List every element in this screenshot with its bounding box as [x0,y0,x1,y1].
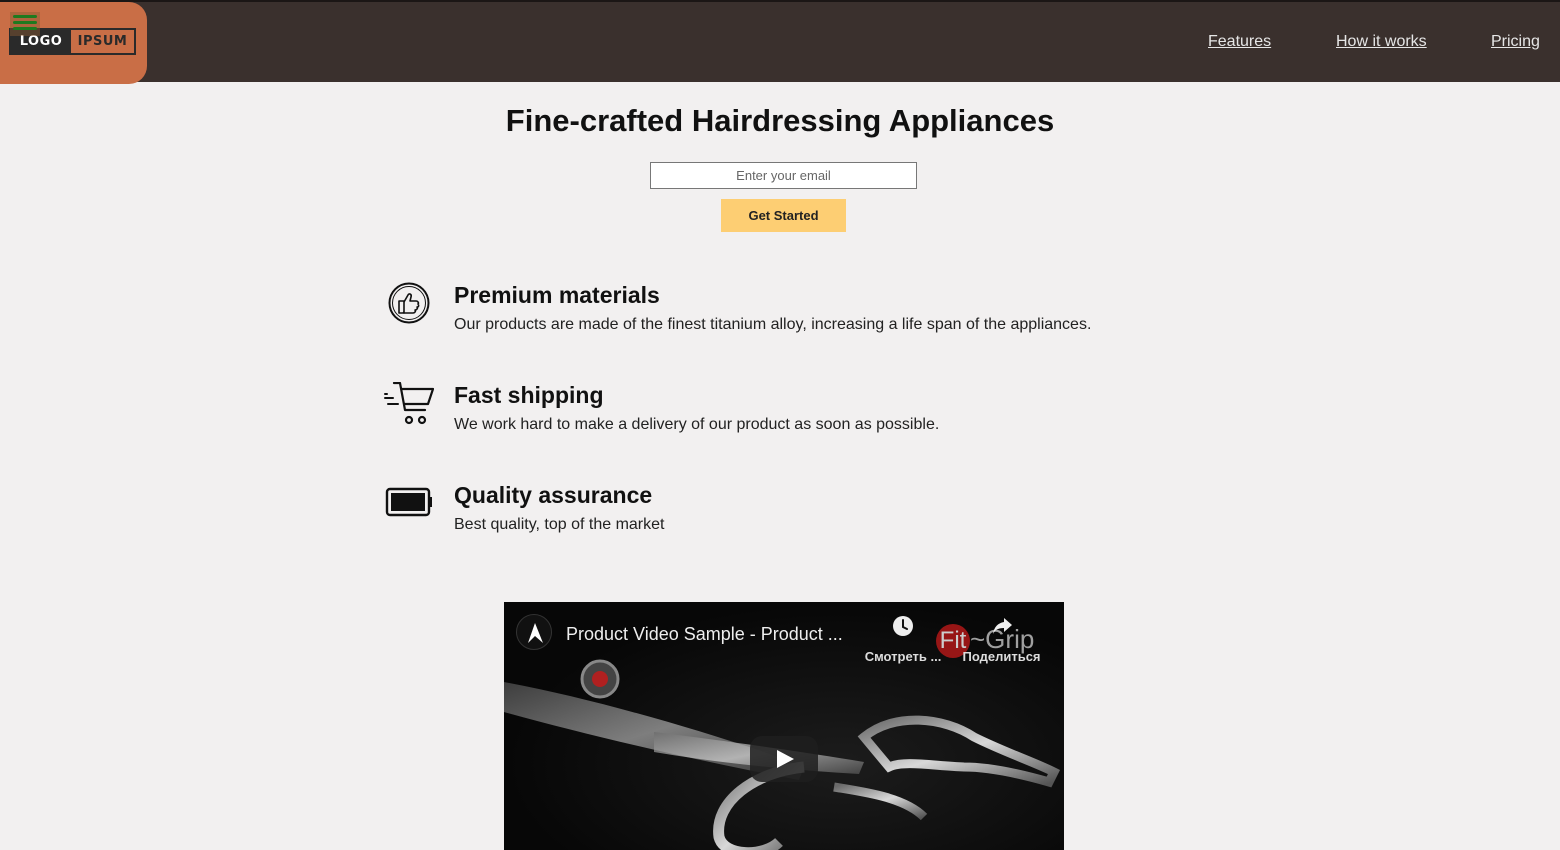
watch-later-label: Смотреть ... [864,649,942,664]
feature-text: We work hard to make a delivery of our p… [454,416,940,433]
get-started-button[interactable]: Get Started [721,199,846,232]
nav-link-pricing[interactable]: Pricing [1491,33,1540,51]
feature-title: Premium materials [454,282,660,308]
feature-quality-assurance: Quality assurance Best quality, top of t… [384,482,1184,552]
battery-icon [385,487,432,517]
logo-right-text: IPSUM [77,34,128,49]
clock-icon [893,616,913,636]
video-embed[interactable]: Product Video Sample - Product ... Смотр… [504,602,1064,850]
watch-later-button[interactable]: Смотреть ... [862,614,944,664]
thumbs-up-icon [388,282,430,324]
site-header: LOGO IPSUM Features How it works Pricing [0,0,1560,84]
share-icon [992,618,1012,634]
play-button-icon[interactable] [750,736,818,782]
page-title: Fine-crafted Hairdressing Appliances [505,103,1055,138]
shopping-cart-icon [384,382,434,425]
feature-text: Our products are made of the finest tita… [454,316,1092,333]
hamburger-menu-icon[interactable] [10,12,40,36]
nav-link-how-it-works[interactable]: How it works [1336,33,1427,51]
channel-avatar[interactable] [516,614,552,650]
feature-title: Quality assurance [454,482,653,508]
share-label: Поделиться [962,649,1041,664]
nav-link-features[interactable]: Features [1208,33,1271,51]
email-input[interactable] [650,162,917,189]
logo-area: LOGO IPSUM [0,2,147,84]
video-title[interactable]: Product Video Sample - Product ... [566,624,843,645]
feature-fast-shipping: Fast shipping We work hard to make a del… [384,382,1184,452]
feature-premium-materials: Premium materials Our products are made … [384,282,1184,352]
channel-logo-icon [528,623,543,643]
feature-title: Fast shipping [454,382,604,408]
share-button[interactable]: Поделиться [959,614,1044,664]
feature-text: Best quality, top of the market [454,516,665,533]
